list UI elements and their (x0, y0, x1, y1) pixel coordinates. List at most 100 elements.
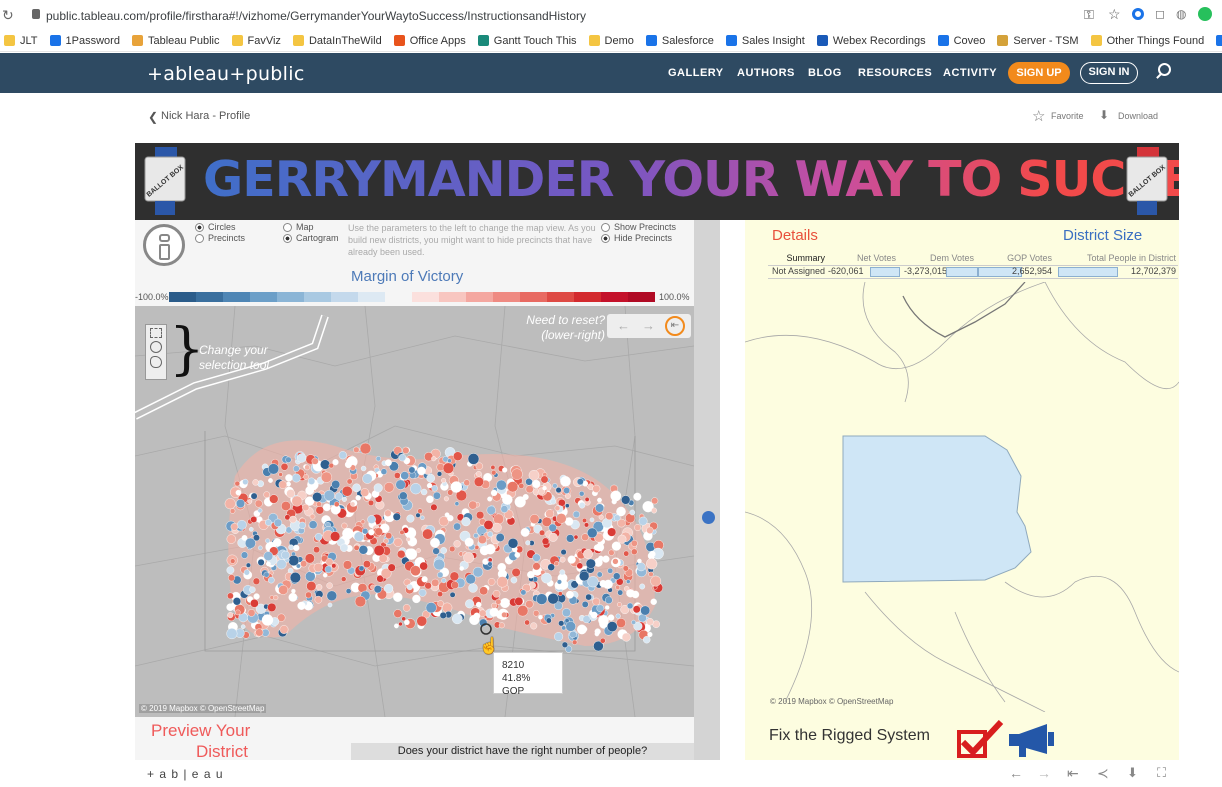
precinct-dot[interactable] (491, 602, 497, 609)
precinct-dot[interactable] (520, 527, 530, 537)
precinct-dot[interactable] (578, 502, 586, 509)
precinct-dot[interactable] (331, 480, 341, 489)
precinct-dot[interactable] (495, 598, 502, 605)
nav-authors[interactable]: AUTHORS (737, 67, 795, 79)
precinct-dot[interactable] (245, 537, 256, 549)
precinct-dot[interactable] (431, 456, 437, 462)
extension-icon[interactable] (1198, 7, 1212, 21)
precinct-dot[interactable] (576, 562, 584, 570)
precinct-dot[interactable] (572, 510, 581, 519)
precinct-dot[interactable] (650, 575, 662, 587)
precinct-dot[interactable] (646, 618, 654, 626)
precinct-dot[interactable] (253, 593, 260, 600)
radial-select-icon[interactable] (150, 341, 162, 353)
precinct-dot[interactable] (507, 481, 519, 493)
precinct-dot[interactable] (328, 462, 335, 469)
precinct-dot[interactable] (250, 492, 258, 500)
precinct-dot[interactable] (556, 513, 567, 524)
precinct-dot[interactable] (646, 526, 654, 534)
revert-icon[interactable]: ⇤ (1067, 765, 1079, 782)
precinct-dot[interactable] (291, 473, 301, 483)
precinct-dot[interactable] (477, 535, 487, 545)
precinct-dot[interactable] (426, 495, 434, 504)
precinct-dot[interactable] (224, 498, 236, 510)
precinct-dot[interactable] (476, 511, 485, 520)
precinct-dot[interactable] (340, 576, 347, 582)
precinct-dot[interactable] (511, 468, 523, 480)
precinct-dot[interactable] (453, 451, 463, 461)
precinct-dot[interactable] (230, 558, 236, 564)
precinct-dot[interactable] (263, 571, 270, 578)
precinct-dot[interactable] (430, 503, 438, 511)
precinct-dot[interactable] (500, 598, 511, 609)
precinct-dot[interactable] (487, 578, 496, 586)
precinct-dot[interactable] (622, 565, 629, 572)
precinct-dot[interactable] (615, 613, 621, 619)
reload-icon[interactable]: ↻ (2, 7, 14, 24)
precinct-dot[interactable] (353, 531, 365, 542)
precinct-dot[interactable] (579, 490, 585, 497)
radio-map[interactable]: Map (283, 222, 339, 233)
precinct-dot[interactable] (597, 497, 602, 503)
precinct-dot[interactable] (227, 592, 234, 600)
precinct-dot[interactable] (273, 595, 279, 601)
district-map[interactable] (745, 282, 1179, 712)
reset-icon[interactable]: ⇤ (665, 316, 685, 336)
precinct-dot[interactable] (485, 543, 496, 555)
precinct-dot[interactable] (334, 492, 343, 501)
precinct-dot[interactable] (227, 612, 234, 619)
precinct-dot[interactable] (330, 531, 341, 542)
precinct-dot[interactable] (453, 522, 461, 531)
precinct-dot[interactable] (359, 442, 372, 455)
precinct-dot[interactable] (362, 528, 369, 535)
precinct-dot[interactable] (468, 500, 478, 510)
profile-back-link[interactable]: Nick Hara - Profile (161, 110, 250, 122)
precinct-dot[interactable] (398, 453, 407, 462)
precinct-dot[interactable] (302, 503, 310, 512)
precinct-dot[interactable] (375, 456, 382, 462)
precinct-dot[interactable] (437, 591, 443, 597)
precinct-dot[interactable] (465, 599, 475, 609)
precinct-dot[interactable] (281, 550, 290, 560)
precinct-dot[interactable] (255, 628, 264, 637)
precinct-dot[interactable] (430, 537, 440, 548)
precinct-dot[interactable] (400, 471, 410, 480)
precinct-dot[interactable] (585, 593, 592, 601)
precinct-dot[interactable] (284, 514, 291, 521)
precinct-dot[interactable] (633, 492, 642, 501)
precinct-dot[interactable] (493, 513, 504, 525)
key-icon[interactable]: ⚿ (1084, 7, 1094, 23)
precinct-dot[interactable] (450, 581, 459, 589)
precinct-dot[interactable] (617, 589, 624, 596)
precinct-dot[interactable] (355, 495, 361, 501)
precinct-dot[interactable] (314, 533, 323, 541)
precinct-dot[interactable] (441, 477, 447, 483)
precinct-dot[interactable] (638, 516, 648, 526)
precinct-dot[interactable] (406, 537, 411, 542)
precinct-dot[interactable] (406, 583, 413, 591)
precinct-dot[interactable] (490, 464, 496, 470)
precinct-dot[interactable] (496, 576, 509, 588)
precinct-dot[interactable] (651, 507, 657, 514)
precinct-dot[interactable] (607, 527, 617, 537)
precinct-dot[interactable] (525, 540, 531, 546)
precinct-dot[interactable] (437, 571, 444, 579)
precinct-dot[interactable] (581, 600, 589, 608)
precinct-dot[interactable] (511, 567, 521, 577)
precinct-dot[interactable] (626, 579, 631, 584)
precinct-dot[interactable] (581, 533, 589, 541)
precinct-dot[interactable] (533, 610, 540, 617)
precinct-dot[interactable] (384, 459, 392, 467)
precinct-dot[interactable] (326, 590, 338, 601)
precinct-dot[interactable] (417, 466, 426, 476)
precinct-dot[interactable] (226, 628, 238, 640)
precinct-dot[interactable] (529, 514, 540, 524)
precinct-dot[interactable] (360, 519, 366, 525)
precinct-dot[interactable] (487, 531, 494, 538)
precinct-dot[interactable] (234, 480, 241, 487)
precinct-dot[interactable] (380, 468, 388, 475)
bookmark-item[interactable]: FavViz (231, 35, 281, 47)
precinct-dot[interactable] (522, 493, 529, 500)
precinct-dot[interactable] (298, 521, 306, 530)
table-row[interactable]: Not Assigned -620,061 -3,273,015 2,652,9… (768, 266, 1178, 279)
